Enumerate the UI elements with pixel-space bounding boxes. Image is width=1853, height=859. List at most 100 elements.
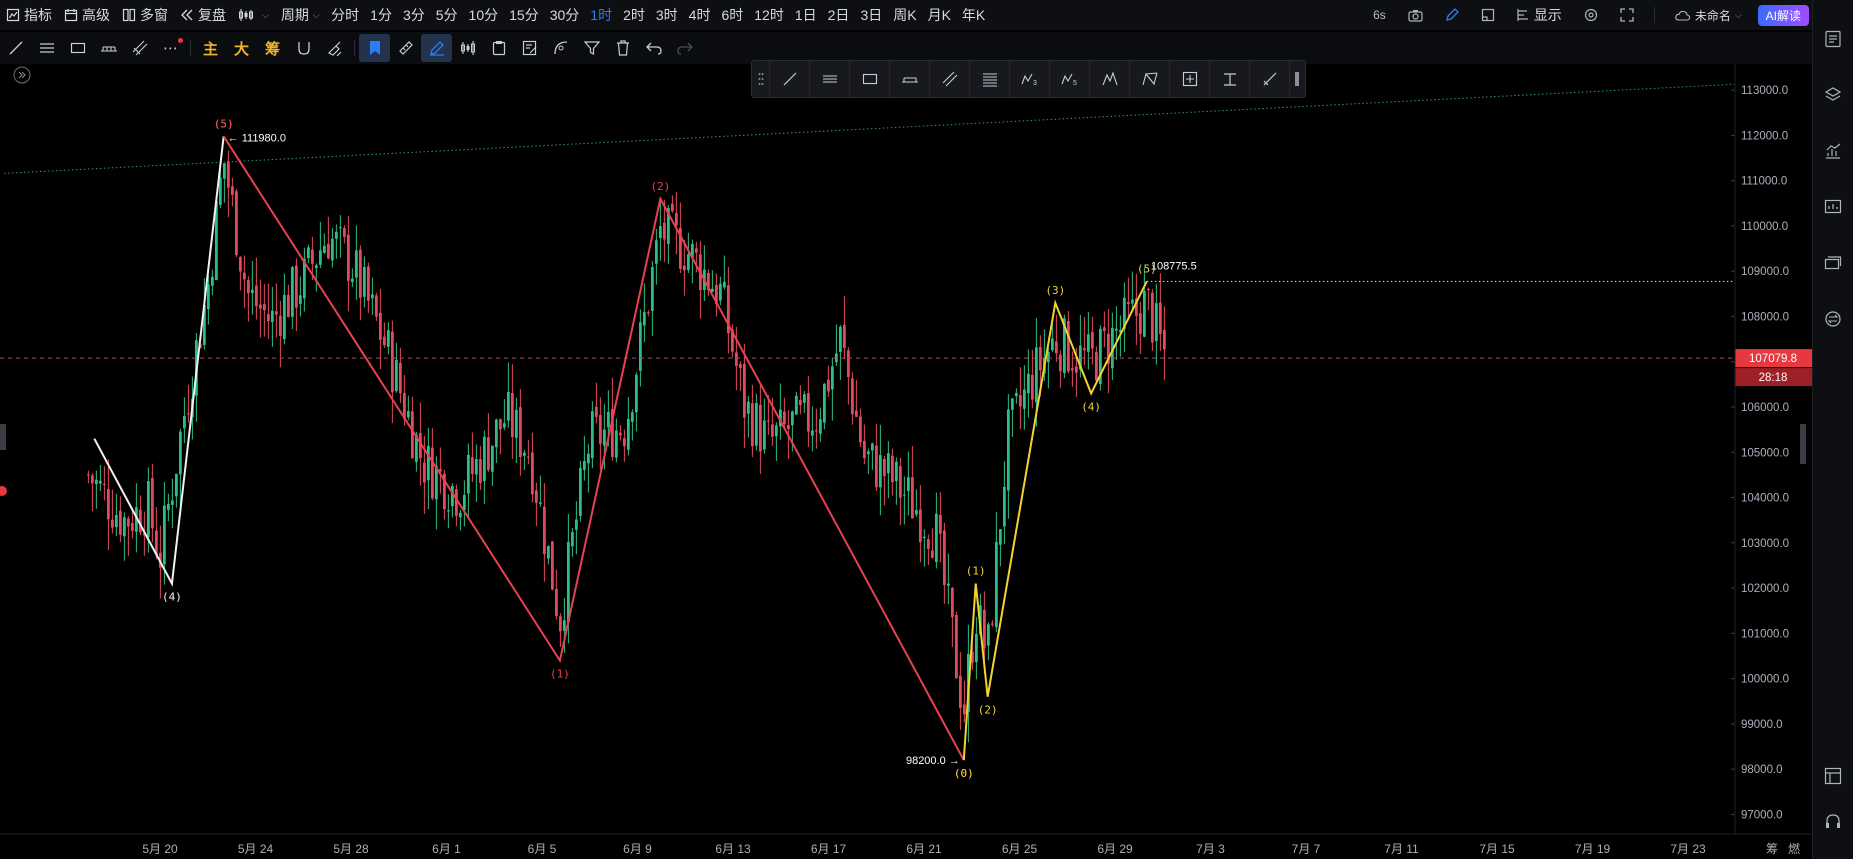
palette-text-icon[interactable] <box>1210 61 1250 97</box>
eraser-icon[interactable] <box>319 34 350 62</box>
filter-icon[interactable] <box>576 34 607 62</box>
palette-hlines-icon[interactable] <box>810 61 850 97</box>
large-order-button[interactable]: 大 <box>226 34 257 62</box>
palette-wave3-icon[interactable]: 3 <box>1010 61 1050 97</box>
left-drag-handle[interactable] <box>0 424 6 450</box>
fullscreen-icon[interactable] <box>1614 0 1640 30</box>
period-tab[interactable]: 3时 <box>650 0 683 30</box>
axis-corner-label[interactable]: 筹 <box>1766 842 1778 856</box>
display-button[interactable]: 显示 <box>1511 0 1568 30</box>
pen-draw-icon[interactable] <box>421 34 452 62</box>
palette-fib-icon[interactable] <box>970 61 1010 97</box>
wave-label: (0) <box>954 767 974 780</box>
candle-body <box>1058 354 1062 372</box>
period-tab[interactable]: 年K <box>956 0 990 30</box>
candle-body <box>274 311 278 315</box>
chart-type-button[interactable]: ⌵ <box>232 0 275 30</box>
trash-icon[interactable] <box>607 34 638 62</box>
period-dropdown[interactable]: 周期 ⌵ <box>275 0 326 30</box>
candlestick-chart[interactable]: 113000.0 112000.0 111000.0 110000.0 109000.0… <box>0 64 1812 859</box>
price-axis[interactable]: 113000.0 112000.0 111000.0 110000.0 109000.0… <box>1731 85 1789 821</box>
window-icon[interactable] <box>1475 0 1501 30</box>
period-tab[interactable]: 10分 <box>463 0 504 30</box>
candle-body <box>322 245 326 253</box>
magnet-icon[interactable] <box>288 34 319 62</box>
yellow-wave[interactable]: (0)(1)(2)(3)(4)(5) <box>954 262 1157 780</box>
period-tab[interactable]: 周K <box>888 0 922 30</box>
date-axis[interactable]: 5月 20 5月 24 5月 28 6月 1 6月 5 6月 9 6月 13 6月 17 6月 … <box>142 841 1800 856</box>
white-wave-line[interactable] <box>93 136 225 587</box>
candle-body <box>858 416 862 443</box>
palette-arrow-icon[interactable] <box>1250 61 1290 97</box>
panel-layout-icon[interactable] <box>1822 765 1844 787</box>
palette-range-icon[interactable] <box>890 61 930 97</box>
palette-channel-icon[interactable] <box>930 61 970 97</box>
horizontal-lines-tool-icon[interactable] <box>31 34 62 62</box>
chart-area[interactable]: 113000.0 112000.0 111000.0 110000.0 109000.0… <box>0 64 1812 856</box>
camera-icon[interactable] <box>1402 0 1429 30</box>
right-drag-handle[interactable] <box>1800 424 1806 464</box>
main-indicator-button[interactable]: 主 <box>195 34 226 62</box>
period-tab[interactable]: 月K <box>922 0 956 30</box>
period-tab[interactable]: 3分 <box>397 0 430 30</box>
period-tab[interactable]: 6时 <box>716 0 749 30</box>
ruler-icon[interactable] <box>390 34 421 62</box>
palette-drag-handle-icon[interactable] <box>752 61 770 97</box>
palette-more-icon[interactable] <box>1290 61 1304 97</box>
layout-name-dropdown[interactable]: 未命名 ⌵ <box>1669 0 1748 30</box>
period-tab[interactable]: 1日 <box>789 0 822 30</box>
period-tab[interactable]: 5分 <box>430 0 463 30</box>
replay-button[interactable]: 复盘 <box>174 0 232 30</box>
rectangle-tool-icon[interactable] <box>62 34 93 62</box>
period-tab[interactable]: 4时 <box>683 0 716 30</box>
channel-tool-icon[interactable] <box>124 34 155 62</box>
palette-wave5-icon[interactable]: 5 <box>1050 61 1090 97</box>
alert-marker[interactable] <box>0 486 7 496</box>
ai-analysis-button[interactable]: AI解读 <box>1757 4 1809 26</box>
indicator-button[interactable]: 指标 <box>0 0 58 30</box>
period-tab[interactable]: 2日 <box>822 0 855 30</box>
cards-icon[interactable] <box>1822 252 1844 274</box>
candle-body <box>854 410 858 417</box>
calendar-button[interactable]: 高级 <box>58 0 116 30</box>
period-tab[interactable]: 2时 <box>618 0 651 30</box>
date-tick-label: 6月 1 <box>432 842 461 856</box>
price-range-tool-icon[interactable] <box>93 34 124 62</box>
analysis-icon[interactable] <box>1822 140 1844 162</box>
axis-corner-label[interactable]: 燃 <box>1788 841 1800 856</box>
palette-line-icon[interactable] <box>770 61 810 97</box>
watchlist-icon[interactable] <box>1822 28 1844 50</box>
date-tick-label: 6月 9 <box>623 842 652 856</box>
interval-badge[interactable]: 6s <box>1367 0 1392 30</box>
period-tab[interactable]: 1时 <box>585 0 618 30</box>
palette-rect-icon[interactable] <box>850 61 890 97</box>
wave-label: (1) <box>966 565 986 578</box>
period-tab[interactable]: 1分 <box>365 0 398 30</box>
period-tab[interactable]: 30分 <box>544 0 585 30</box>
candle-body <box>982 609 986 649</box>
curve-tool-icon[interactable] <box>545 34 576 62</box>
grid-button[interactable]: 多窗 <box>116 0 174 30</box>
exchange-icon[interactable] <box>1822 308 1844 330</box>
clipboard-icon[interactable] <box>483 34 514 62</box>
trend-line-tool-icon[interactable] <box>0 34 31 62</box>
palette-pattern-icon[interactable] <box>1090 61 1130 97</box>
settings-icon[interactable] <box>1578 0 1604 30</box>
chip-distribution-button[interactable]: 筹 <box>257 34 288 62</box>
palette-add-box-icon[interactable] <box>1170 61 1210 97</box>
period-tab[interactable]: 分时 <box>326 0 365 30</box>
palette-xabcd-icon[interactable] <box>1130 61 1170 97</box>
draw-pen-icon[interactable] <box>1439 0 1465 30</box>
collapse-legend-button[interactable] <box>13 66 31 84</box>
more-tools-icon[interactable]: ⋯ <box>155 34 186 62</box>
layers-icon[interactable] <box>1822 84 1844 106</box>
edit-note-icon[interactable] <box>514 34 545 62</box>
candles-icon[interactable] <box>452 34 483 62</box>
period-tab[interactable]: 15分 <box>504 0 545 30</box>
period-tab[interactable]: 12时 <box>749 0 790 30</box>
chart-board-icon[interactable] <box>1822 196 1844 218</box>
support-headset-icon[interactable] <box>1822 811 1844 833</box>
period-tab[interactable]: 3日 <box>855 0 888 30</box>
bookmark-icon[interactable] <box>359 34 390 62</box>
undo-icon[interactable] <box>638 34 669 62</box>
